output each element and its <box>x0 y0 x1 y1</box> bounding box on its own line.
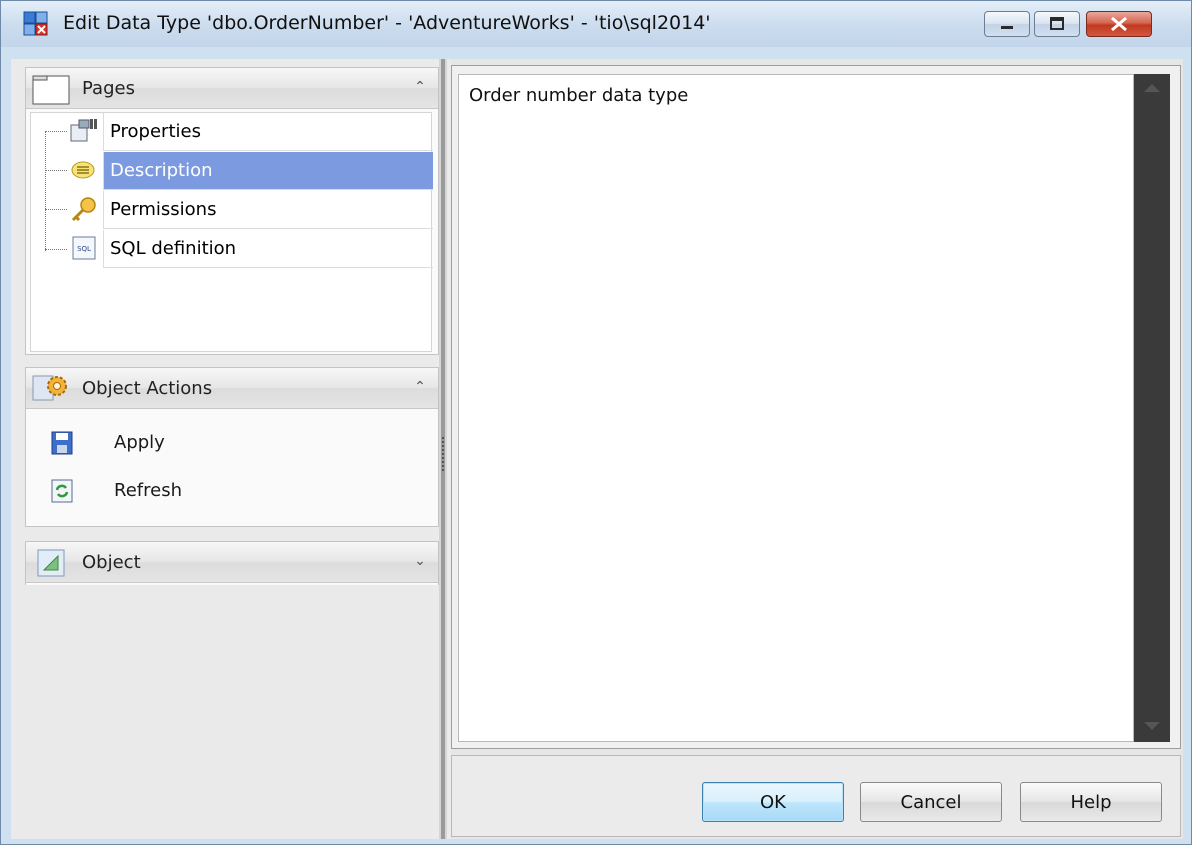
minimize-icon <box>1001 26 1013 29</box>
tree-item-label: Permissions <box>110 199 217 220</box>
object-icon <box>37 549 65 577</box>
tree-connector <box>45 131 46 251</box>
description-editor[interactable]: Order number data type <box>458 74 1134 742</box>
object-actions-header[interactable]: Object Actions ⌃ <box>26 368 438 409</box>
scroll-up-icon[interactable] <box>1144 84 1160 92</box>
pages-panel: Pages ⌃ Properties Description Permissio… <box>25 67 439 355</box>
window-client-area: Pages ⌃ Properties Description Permissio… <box>11 59 1183 839</box>
collapse-up-icon[interactable]: ⌃ <box>410 376 430 398</box>
tree-connector <box>45 209 67 210</box>
collapse-up-icon[interactable]: ⌃ <box>410 76 430 98</box>
pages-panel-header[interactable]: Pages ⌃ <box>26 68 438 109</box>
properties-icon <box>70 119 97 142</box>
description-text: Order number data type <box>469 85 689 106</box>
minimize-button[interactable] <box>984 11 1030 37</box>
maximize-button[interactable] <box>1034 11 1080 37</box>
object-panel: Object ⌄ <box>25 541 439 585</box>
ok-button[interactable]: OK <box>702 782 844 822</box>
tree-item-description[interactable]: Description <box>103 152 433 190</box>
object-panel-title: Object <box>82 552 141 573</box>
apply-label: Apply <box>114 432 165 453</box>
object-panel-header[interactable]: Object ⌄ <box>26 542 438 583</box>
help-button[interactable]: Help <box>1020 782 1162 822</box>
vertical-scrollbar[interactable] <box>1134 74 1170 742</box>
sql-icon: SQL <box>72 236 96 260</box>
navigation-pane: Pages ⌃ Properties Description Permissio… <box>11 59 439 839</box>
title-bar[interactable]: Edit Data Type 'dbo.OrderNumber' - 'Adve… <box>1 1 1191 47</box>
expand-down-icon[interactable]: ⌄ <box>410 550 430 572</box>
save-icon <box>51 431 73 455</box>
scroll-down-icon[interactable] <box>1144 722 1160 730</box>
pages-tree: Properties Description Permissions SQL S… <box>30 112 433 352</box>
cancel-button[interactable]: Cancel <box>860 782 1002 822</box>
app-icon <box>23 11 48 36</box>
pages-icon <box>32 75 70 105</box>
refresh-label: Refresh <box>114 480 182 501</box>
key-icon <box>71 197 96 222</box>
splitter-grip[interactable] <box>442 437 446 471</box>
description-editor-frame: Order number data type <box>451 65 1181 749</box>
tree-item-label: Properties <box>110 121 201 142</box>
close-button[interactable] <box>1086 11 1152 37</box>
object-actions-panel: Object Actions ⌃ Apply Refresh <box>25 367 439 527</box>
tree-connector <box>45 249 67 250</box>
refresh-icon <box>51 479 73 503</box>
tree-item-properties[interactable]: Properties <box>103 113 433 151</box>
close-icon <box>1111 16 1127 32</box>
description-icon <box>71 161 95 179</box>
edit-data-type-window: Edit Data Type 'dbo.OrderNumber' - 'Adve… <box>0 0 1192 845</box>
gear-icon <box>32 375 67 401</box>
maximize-icon <box>1050 17 1064 30</box>
tree-item-sql-definition[interactable]: SQL definition <box>103 230 433 268</box>
window-title: Edit Data Type 'dbo.OrderNumber' - 'Adve… <box>63 12 711 34</box>
tree-item-permissions[interactable]: Permissions <box>103 191 433 229</box>
dialog-button-bar: OK Cancel Help <box>451 755 1181 837</box>
pages-panel-title: Pages <box>82 78 135 99</box>
tree-connector <box>45 170 67 171</box>
content-pane: Order number data type OK Cancel Help <box>451 59 1183 839</box>
tree-connector <box>45 131 67 132</box>
object-actions-title: Object Actions <box>82 378 213 399</box>
tree-item-label: SQL definition <box>110 238 237 259</box>
svg-text:SQL: SQL <box>77 245 91 253</box>
tree-item-label: Description <box>110 160 213 181</box>
